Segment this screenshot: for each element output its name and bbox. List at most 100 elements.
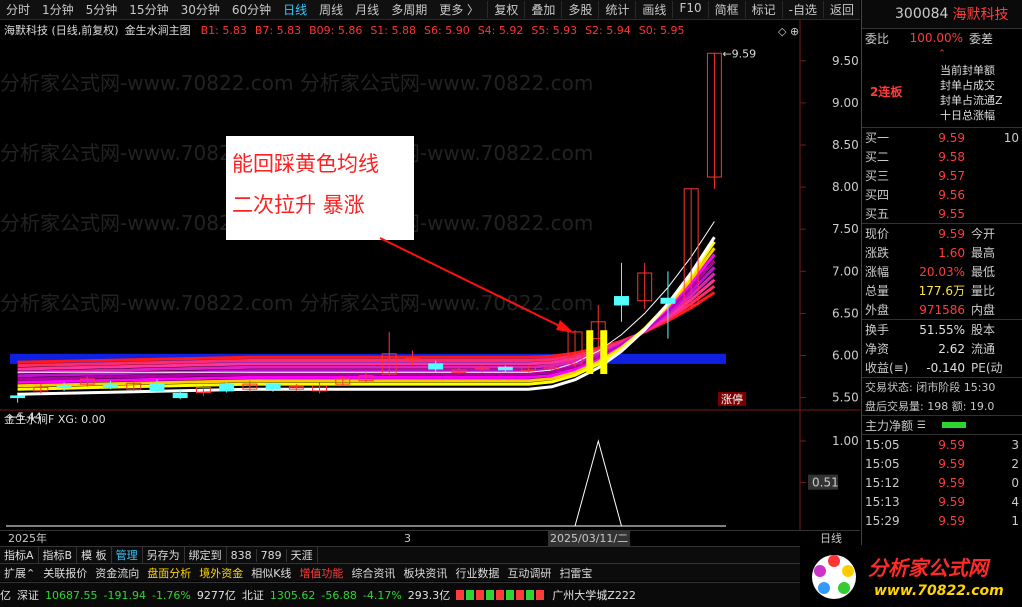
action-button-8[interactable]: -自选 (781, 1, 823, 18)
period-tab-4[interactable]: 30分钟 (175, 1, 226, 18)
tick-vol: 0 (1011, 475, 1019, 490)
tick-time: 15:29 (865, 513, 900, 528)
indicator-tab-1[interactable]: 指标B (39, 547, 78, 563)
function-tab-2[interactable]: 资金流向 (91, 565, 143, 581)
stat-value: 1.60 (938, 245, 965, 260)
price-tick-label: 6.00 (832, 348, 859, 362)
logo-url: www.70822.com (874, 583, 1004, 599)
price-tick-label: 7.50 (832, 222, 859, 236)
period-toolbar: 分时 1分钟 5分钟 15分钟 30分钟 60分钟 日线 周线 月线 多周期 更多 〉复权 叠加 多股统… (0, 0, 860, 20)
indicator-tab-3[interactable]: 管理 (112, 547, 143, 563)
date-axis: 2025年 3 2025/03/11/二 日线 (0, 530, 860, 546)
indicator-tab-5[interactable]: 绑定到 (185, 547, 227, 563)
function-tab-10[interactable]: 互动调研 (503, 565, 555, 581)
action-button-6[interactable]: 简框 (707, 1, 745, 18)
ma-label-1: B7: 5.83 (254, 23, 302, 37)
limit-info: 2连板 当前封单额 封单占成交 封单占流通Z 十日总涨幅 (862, 61, 1022, 127)
period-label: 日线 (820, 532, 842, 545)
candle-body (10, 395, 26, 399)
sz-value: 10687.55 (45, 588, 98, 602)
watermark: 分析家公式网-www.70822.com 分析家公式网-www.70822.co… (0, 291, 593, 315)
date-axis-cursor: 2025/03/11/二 (548, 530, 631, 546)
tick-time: 15:05 (865, 437, 900, 452)
indicator-tab-2[interactable]: 模 板 (77, 547, 112, 563)
action-button-2[interactable]: 多股 (561, 1, 598, 18)
status-bar: 亿 深证 10687.55 -191.94 -1.76% 9277亿 北证 13… (0, 582, 800, 607)
period-tab-6[interactable]: 日线 (277, 1, 313, 18)
indicator-name[interactable]: 金生水涧主图 (125, 22, 191, 38)
tick-row: 15:13 9.59 4 (862, 492, 1022, 511)
buy-book: 买一 9.59 10 买二 9.58 买三 9.57 买四 9.56 买五 9.55 (862, 127, 1022, 223)
action-button-0[interactable]: 复权 (487, 1, 524, 18)
buy-vol: 10 (1003, 130, 1019, 145)
function-tab-3[interactable]: 盘面分析 (143, 565, 195, 581)
action-button-4[interactable]: 画线 (635, 1, 672, 18)
buy-label: 买二 (865, 150, 890, 164)
indicator-tab-0[interactable]: 指标A (0, 547, 39, 563)
function-tab-11[interactable]: 扫雷宝 (555, 565, 596, 581)
stat2-label: 换手 (865, 323, 890, 337)
function-tab-0[interactable]: 扩展⌃ (0, 565, 39, 581)
tick-row: 15:05 9.59 3 (862, 435, 1022, 454)
tick-price: 9.59 (938, 475, 965, 490)
stat-value: 971586 (919, 302, 965, 317)
stock-title: 海默科技 (日线,前复权) (4, 24, 119, 37)
tick-list: 15:05 9.59 3 15:05 9.59 2 15:12 9.59 0 15:13 9.59 4… (862, 434, 1022, 530)
function-tab-5[interactable]: 相似K线 (247, 565, 295, 581)
logo-text: 分析家公式网 (868, 556, 991, 580)
chart-menu-icon[interactable]: ◇ ⊕ (778, 25, 799, 38)
chart-title-bar: 海默科技 (日线,前复权) 金生水涧主图 B1: 5.83 B7: 5.83 B09… (4, 22, 692, 38)
period-tab-1[interactable]: 1分钟 (36, 1, 80, 18)
function-tab-4[interactable]: 境外资金 (195, 565, 247, 581)
function-tab-1[interactable]: 关联报价 (39, 565, 91, 581)
tick-price: 9.59 (938, 494, 965, 509)
function-tab-9[interactable]: 行业数据 (451, 565, 503, 581)
indicator-tab-6[interactable]: 838 (227, 548, 257, 562)
collapse-icon[interactable]: ⌃ (938, 49, 946, 59)
indicator-tick-label: 0.51 (812, 476, 839, 490)
action-button-1[interactable]: 叠加 (524, 1, 561, 18)
function-tab-6[interactable]: 增值功能 (295, 565, 347, 581)
period-tab-7[interactable]: 周线 (313, 1, 349, 18)
stat2-value: 51.55% (919, 322, 965, 337)
stat-row: 总量 177.6万 量比 (862, 281, 1022, 300)
buy-price: 9.59 (938, 130, 965, 145)
period-tab-5[interactable]: 60分钟 (226, 1, 277, 18)
tick-time: 15:05 (865, 456, 900, 471)
stat-value: 177.6万 (918, 284, 965, 298)
limit-badge: 涨停 (721, 392, 743, 406)
tick-row: 15:29 9.59 1 (862, 511, 1022, 530)
sz-amount: 9277亿 (196, 589, 236, 602)
buy-price: 9.58 (938, 149, 965, 164)
action-button-9[interactable]: 返回 (822, 1, 860, 18)
stat-label: 外盘 (865, 303, 890, 317)
price-tick-label: 7.00 (832, 264, 859, 278)
tick-vol: 3 (1011, 437, 1019, 452)
price-tick-label: 6.50 (832, 306, 859, 320)
stat2-value: 2.62 (938, 341, 965, 356)
action-button-3[interactable]: 统计 (598, 1, 635, 18)
period-tab-3[interactable]: 15分钟 (123, 1, 174, 18)
period-tab-9[interactable]: 多周期 (385, 1, 433, 18)
indicator-tab-7[interactable]: 789 (257, 548, 287, 562)
tick-vol: 2 (1011, 456, 1019, 471)
indicator-title: 金生水涧F XG: 0.00 (4, 413, 106, 426)
function-tab-8[interactable]: 板块资讯 (399, 565, 451, 581)
period-tab-10[interactable]: 更多 〉 (433, 1, 485, 18)
stat2-extra: PE(动 (971, 361, 1003, 375)
max-price-label: ←9.59 (722, 47, 756, 60)
sz-label: 深证 (17, 589, 39, 602)
function-tab-7[interactable]: 综合资讯 (347, 565, 399, 581)
period-tab-0[interactable]: 分时 (0, 1, 36, 18)
indicator-tab-4[interactable]: 另存为 (143, 547, 185, 563)
action-button-5[interactable]: F10 (672, 1, 707, 18)
ma-label-5: S4: 5.92 (477, 23, 524, 37)
menu-icon[interactable]: ☰ (917, 420, 926, 431)
price-tick-label: 8.00 (832, 180, 859, 194)
stat2-extra: 股本 (971, 323, 996, 337)
action-button-7[interactable]: 标记 (744, 1, 782, 18)
indicator-tab-8[interactable]: 天涯 (287, 547, 318, 563)
period-tab-8[interactable]: 月线 (349, 1, 385, 18)
period-tab-2[interactable]: 5分钟 (80, 1, 124, 18)
kline-chart[interactable]: 分析家公式网-www.70822.com 分析家公式网-www.70822.co… (0, 20, 860, 530)
